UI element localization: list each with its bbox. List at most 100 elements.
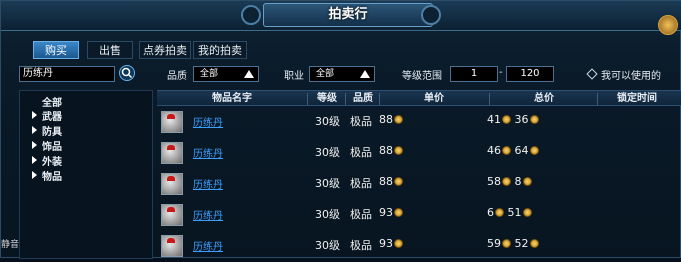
total-price: 46 64 [487, 144, 539, 157]
level-separator: - [499, 67, 503, 78]
unit-price: 88 [379, 175, 403, 188]
item-level: 30级 [315, 239, 340, 252]
expand-arrow-icon[interactable] [32, 111, 37, 119]
gold-coin-icon [502, 177, 511, 186]
category-all[interactable]: 全部 [42, 94, 62, 109]
title-bar: 拍卖行 [1, 1, 681, 31]
item-level: 30级 [315, 208, 340, 221]
class-label: 职业 [284, 71, 304, 82]
gold-coin-icon [502, 146, 511, 155]
item-pill-icon[interactable] [161, 204, 183, 226]
category-tree: 全部 武器 防具 饰品 外装 物品 [19, 90, 153, 259]
item-name-link[interactable]: 历练丹 [193, 176, 223, 191]
table-row[interactable]: 历练丹 30级 极品 88 46 64 [157, 139, 681, 169]
category-item[interactable]: 物品 [42, 168, 62, 183]
expand-arrow-icon[interactable] [32, 171, 37, 179]
class-value: 全部 [316, 69, 335, 79]
item-quality: 极品 [350, 177, 372, 190]
expand-arrow-icon[interactable] [32, 141, 37, 149]
item-name-link[interactable]: 历练丹 [193, 238, 223, 253]
item-name-link[interactable]: 历练丹 [193, 145, 223, 160]
title-ornament-icon [241, 5, 261, 25]
search-icon[interactable] [119, 65, 135, 81]
unit-price-value: 93 [379, 237, 393, 250]
quality-label: 品质 [167, 71, 187, 82]
level-min-input[interactable]: 1 [450, 66, 498, 82]
table-header: 物品名字 等级 品质 单价 总价 锁定时间 [157, 90, 681, 106]
category-costume[interactable]: 外装 [42, 153, 62, 168]
total-price-gold: 46 [487, 144, 501, 157]
item-pill-icon[interactable] [161, 173, 183, 195]
gold-coin-icon [394, 115, 403, 124]
unit-price: 88 [379, 144, 403, 157]
item-name-link[interactable]: 历练丹 [193, 207, 223, 222]
silver-coin-icon [522, 177, 532, 186]
tab-buy[interactable]: 购买 [33, 41, 79, 59]
category-armor[interactable]: 防具 [42, 123, 62, 138]
dropdown-arrow-icon [244, 70, 254, 78]
col-total-price[interactable]: 总价 [489, 91, 599, 107]
tab-my-auctions[interactable]: 我的拍卖 [193, 41, 247, 59]
gold-coin-icon [394, 239, 403, 248]
total-price-gold: 41 [487, 113, 501, 126]
column-divider [307, 93, 308, 105]
class-select[interactable]: 全部 [309, 66, 375, 82]
item-quality: 极品 [350, 115, 372, 128]
item-name-link[interactable]: 历练丹 [193, 114, 223, 129]
mute-label[interactable]: 静音 [1, 237, 19, 250]
col-lock-time[interactable]: 锁定时间 [597, 91, 677, 107]
item-pill-icon[interactable] [161, 111, 183, 133]
quality-value: 全部 [200, 69, 219, 79]
col-unit-price[interactable]: 单价 [379, 91, 489, 107]
unit-price-value: 93 [379, 206, 393, 219]
table-row[interactable]: 历练丹 30级 极品 93 6 51 [157, 201, 681, 231]
total-price: 58 8 [487, 175, 532, 188]
col-item-name[interactable]: 物品名字 [177, 91, 287, 107]
category-weapon[interactable]: 武器 [42, 108, 62, 123]
item-pill-icon[interactable] [161, 142, 183, 164]
title-ornament-icon [421, 5, 441, 25]
gold-coin-icon [502, 239, 511, 248]
gold-coin-icon [495, 208, 504, 217]
table-row[interactable]: 历练丹 30级 极品 88 41 36 [157, 108, 681, 138]
silver-coin-icon [529, 239, 539, 248]
total-price-silver: 36 [514, 113, 529, 126]
unit-price-value: 88 [379, 175, 393, 188]
coin-icon[interactable] [658, 15, 678, 35]
item-quality: 极品 [350, 208, 372, 221]
tab-coupon-auction[interactable]: 点券拍卖 [139, 41, 191, 59]
search-input[interactable]: 历练丹 [19, 66, 115, 82]
item-quality: 极品 [350, 146, 372, 159]
col-quality[interactable]: 品质 [345, 91, 381, 107]
table-row[interactable]: 历练丹 30级 极品 88 58 8 [157, 170, 681, 200]
unit-price: 93 [379, 206, 403, 219]
category-accessory[interactable]: 饰品 [42, 138, 62, 153]
expand-arrow-icon[interactable] [32, 156, 37, 164]
unit-price: 88 [379, 113, 403, 126]
item-pill-icon[interactable] [161, 235, 183, 257]
total-price: 41 36 [487, 113, 539, 126]
silver-coin-icon [529, 146, 539, 155]
item-level: 30级 [315, 177, 340, 190]
results-table: 物品名字 等级 品质 单价 总价 锁定时间 历练丹 30级 极品 88 41 3… [157, 90, 681, 259]
tab-sell[interactable]: 出售 [87, 41, 133, 59]
item-level: 30级 [315, 115, 340, 128]
expand-arrow-icon[interactable] [32, 126, 37, 134]
quality-select[interactable]: 全部 [193, 66, 259, 82]
gold-coin-icon [394, 146, 403, 155]
level-max-input[interactable]: 120 [506, 66, 554, 82]
total-price-silver: 8 [514, 175, 522, 188]
col-level[interactable]: 等级 [309, 91, 345, 107]
filter-row: 历练丹 品质 全部 职业 全部 等级范围 1 - 120 我可以使用的 [1, 65, 681, 84]
window-title: 拍卖行 [263, 3, 433, 27]
total-price: 6 51 [487, 206, 532, 219]
unit-price-value: 88 [379, 113, 393, 126]
silver-coin-icon [529, 115, 539, 124]
usable-checkbox[interactable] [586, 68, 598, 80]
auction-window: 拍卖行 购买 出售 点券拍卖 我的拍卖 历练丹 品质 全部 职业 全部 等级范围… [0, 0, 681, 259]
gold-coin-icon [394, 177, 403, 186]
unit-price: 93 [379, 237, 403, 250]
dropdown-arrow-icon [360, 70, 370, 78]
gold-coin-icon [502, 115, 511, 124]
total-price: 59 52 [487, 237, 539, 250]
